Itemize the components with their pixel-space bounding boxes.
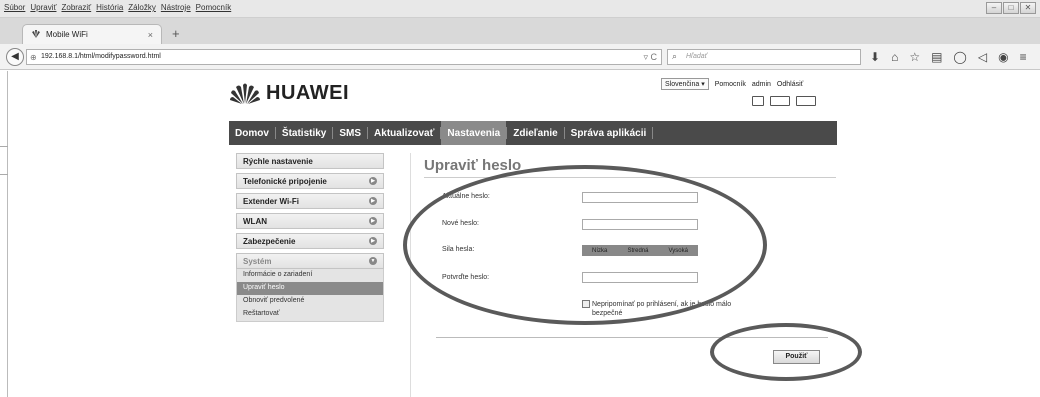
side-item-wlan[interactable]: WLAN ▶ — [236, 213, 384, 229]
sim-icon — [752, 96, 764, 106]
browser-menubar: Súbor Upraviť Zobraziť História Záložky … — [0, 0, 1040, 18]
menu-view[interactable]: Zobraziť — [61, 3, 91, 12]
submenu-restore-defaults[interactable]: Obnoviť predvolené — [237, 295, 383, 308]
system-submenu: Informácie o zariadení Upraviť heslo Obn… — [236, 269, 384, 322]
menu-help[interactable]: Pomocník — [196, 3, 232, 12]
page-left-edge — [7, 71, 8, 397]
page-title: Upraviť heslo — [424, 157, 522, 174]
nav-separator — [652, 127, 654, 139]
download-icon[interactable]: ⬇ — [870, 50, 880, 64]
chat-icon[interactable]: ◉ — [998, 50, 1008, 64]
side-item-label: Rýchle nastavenie — [243, 157, 313, 166]
nav-apps[interactable]: Správa aplikácii — [565, 121, 653, 145]
browser-tab[interactable]: Mobile WiFi × — [22, 24, 162, 44]
menu-file[interactable]: Súbor — [4, 3, 25, 12]
huawei-logo: HUAWEI — [230, 81, 349, 105]
content-divider — [410, 153, 411, 397]
page-content: Slovenčina ▾ Pomocník admin Odhlásiť HUA… — [0, 71, 1040, 397]
highlight-ellipse-form — [403, 165, 767, 325]
side-item-system[interactable]: Systém ▼ — [236, 253, 384, 269]
search-placeholder: Hľadať — [686, 53, 708, 60]
huawei-flower-icon — [230, 83, 260, 104]
pocket-icon[interactable]: ◯ — [953, 50, 966, 64]
submenu-reboot[interactable]: Reštartovať — [237, 308, 383, 321]
side-item-wifi-extender[interactable]: Extender Wi-Fi ▶ — [236, 193, 384, 209]
back-button[interactable]: ◀ — [6, 48, 24, 66]
chevron-right-icon: ▶ — [369, 237, 377, 245]
nav-settings[interactable]: Nastavenia — [441, 121, 507, 145]
side-item-label: Systém — [243, 257, 272, 266]
menu-history[interactable]: História — [96, 3, 123, 12]
language-select[interactable]: Slovenčina ▾ — [661, 78, 709, 90]
chevron-right-icon: ▶ — [369, 177, 377, 185]
main-nav: Domov Štatistiky SMS Aktualizovať Nastav… — [229, 121, 837, 145]
top-links: Slovenčina ▾ Pomocník admin Odhlásiť — [661, 78, 803, 90]
side-menu: Rýchle nastavenie Telefonické pripojenie… — [236, 153, 384, 322]
url-bar[interactable]: ⊕ 192.168.8.1/html/modifypassword.html ▿… — [26, 49, 662, 65]
search-input[interactable]: ⌕ Hľadať — [667, 49, 861, 65]
user-link[interactable]: admin — [752, 81, 771, 88]
tab-close-icon[interactable]: × — [148, 30, 153, 40]
submenu-device-info[interactable]: Informácie o zariadení — [237, 269, 383, 282]
close-window-button[interactable]: ✕ — [1020, 2, 1036, 14]
send-icon[interactable]: ◁ — [978, 50, 987, 64]
toolbar-icons: ⬇ ⌂ ☆ ▤ ◯ ◁ ◉ ≡ — [870, 50, 1027, 64]
window-controls: – □ ✕ — [986, 2, 1036, 14]
tab-title: Mobile WiFi — [46, 30, 88, 39]
tab-strip: Mobile WiFi × + — [0, 18, 1040, 44]
battery-icon — [796, 96, 816, 106]
huawei-favicon-icon — [31, 29, 41, 40]
browser-navbar: ◀ ⊕ 192.168.8.1/html/modifypassword.html… — [0, 44, 1040, 70]
home-icon[interactable]: ⌂ — [891, 50, 898, 64]
reload-icon[interactable]: ▿ C — [643, 52, 657, 63]
side-item-label: Extender Wi-Fi — [243, 197, 299, 206]
side-item-quick-setup[interactable]: Rýchle nastavenie — [236, 153, 384, 169]
highlight-ellipse-apply — [710, 323, 862, 381]
side-item-dialup[interactable]: Telefonické pripojenie ▶ — [236, 173, 384, 189]
chevron-right-icon: ▶ — [369, 217, 377, 225]
globe-icon: ⊕ — [30, 53, 37, 62]
nav-home[interactable]: Domov — [229, 121, 275, 145]
brand-name: HUAWEI — [266, 81, 349, 104]
minimize-button[interactable]: – — [986, 2, 1002, 14]
url-text: 192.168.8.1/html/modifypassword.html — [41, 53, 161, 60]
side-item-label: Zabezpečenie — [243, 237, 296, 246]
chevron-down-icon: ▾ — [701, 81, 705, 88]
menu-edit[interactable]: Upraviť — [30, 3, 56, 12]
nav-update[interactable]: Aktualizovať — [368, 121, 440, 145]
language-value: Slovenčina — [665, 81, 700, 88]
submenu-modify-password[interactable]: Upraviť heslo — [237, 282, 383, 295]
device-icon — [770, 96, 790, 106]
nav-statistics[interactable]: Štatistiky — [276, 121, 332, 145]
menu-list: Súbor Upraviť Zobraziť História Záložky … — [4, 3, 231, 12]
menu-bookmarks[interactable]: Záložky — [128, 3, 156, 12]
maximize-button[interactable]: □ — [1003, 2, 1019, 14]
chevron-down-icon: ▼ — [369, 257, 377, 265]
nav-sharing[interactable]: Zdieľanie — [507, 121, 563, 145]
hamburger-menu-icon[interactable]: ≡ — [1020, 50, 1027, 64]
logout-link[interactable]: Odhlásiť — [777, 81, 803, 88]
search-icon: ⌕ — [672, 51, 678, 61]
clipboard-icon[interactable]: ▤ — [931, 50, 942, 64]
side-item-label: WLAN — [243, 217, 267, 226]
help-link[interactable]: Pomocník — [715, 81, 746, 88]
star-icon[interactable]: ☆ — [909, 50, 920, 64]
menu-tools[interactable]: Nástroje — [161, 3, 191, 12]
chevron-right-icon: ▶ — [369, 197, 377, 205]
side-item-security[interactable]: Zabezpečenie ▶ — [236, 233, 384, 249]
side-item-label: Telefonické pripojenie — [243, 177, 327, 186]
nav-sms[interactable]: SMS — [333, 121, 367, 145]
status-icons — [752, 96, 816, 106]
new-tab-button[interactable]: + — [172, 27, 180, 40]
